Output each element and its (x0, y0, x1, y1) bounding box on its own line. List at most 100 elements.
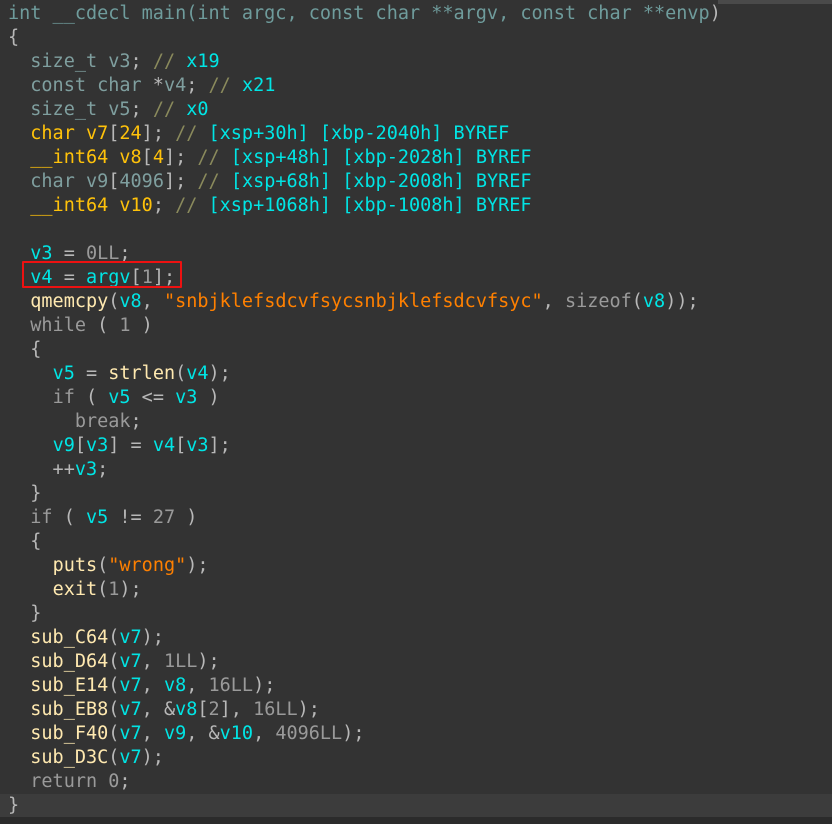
code-token: ]; (152, 267, 176, 288)
code-token: ); (141, 627, 164, 648)
code-line[interactable]: if ( v5 != 27 ) (0, 506, 832, 530)
code-line[interactable]: __int64 v8[4]; // [xsp+48h] [xbp-2028h] … (0, 146, 832, 170)
code-line[interactable]: v3 = 0LL; (0, 242, 832, 266)
code-line[interactable]: sub_EB8(v7, &v8[2], 16LL); (0, 698, 832, 722)
code-line[interactable]: sub_D64(v7, 1LL); (0, 650, 832, 674)
code-line[interactable]: break; (0, 410, 832, 434)
code-token: ] (141, 123, 153, 144)
code-token: ; (130, 51, 153, 72)
code-line[interactable]: exit(1); (0, 578, 832, 602)
code-token: 4 (152, 147, 164, 168)
code-token: qmemcpy (30, 291, 109, 312)
code-token: // (197, 171, 220, 192)
code-token: ); (141, 747, 164, 768)
code-line[interactable]: char v7[24]; // [xsp+30h] [xbp-2040h] BY… (0, 122, 832, 146)
code-token: ] (163, 171, 176, 192)
code-line[interactable]: size_t v3; // x19 (0, 50, 832, 74)
code-token: x0 (186, 99, 209, 120)
code-token: ++ (8, 459, 75, 480)
code-token: __int64 v8 (30, 147, 142, 168)
code-token: 0LL (85, 243, 120, 264)
code-token: v7 (119, 747, 142, 768)
code-token: ; (119, 771, 131, 792)
code-token: puts (52, 555, 98, 576)
code-line[interactable]: sub_C64(v7); (0, 626, 832, 650)
code-token: ] (163, 147, 176, 168)
code-line[interactable]: } (0, 794, 832, 818)
code-line[interactable]: { (0, 530, 832, 554)
code-line[interactable]: v5 = strlen(v4); (0, 362, 832, 386)
code-token: v7 (119, 723, 142, 744)
code-line[interactable]: int __cdecl main(int argc, const char **… (0, 2, 832, 26)
code-token: v5 (52, 363, 75, 384)
pseudocode-view[interactable]: int __cdecl main(int argc, const char **… (0, 0, 832, 824)
code-token: argv (85, 267, 131, 288)
code-token: ; (130, 411, 142, 432)
code-token: v10 (219, 723, 254, 744)
code-token: v4 (30, 267, 53, 288)
code-line[interactable]: v4 = argv[1]; (0, 266, 832, 290)
code-token: sub_C64 (30, 627, 109, 648)
code-token: [ (108, 171, 120, 192)
code-line[interactable]: v9[v3] = v4[v3]; (0, 434, 832, 458)
code-token: v4 (186, 363, 209, 384)
code-token: , (141, 651, 164, 672)
code-token: "wrong" (108, 555, 187, 576)
code-line[interactable]: sub_E14(v7, v8, 16LL); (0, 674, 832, 698)
code-line[interactable]: if ( v5 <= v3 ) (0, 386, 832, 410)
code-token: v9 (85, 171, 109, 192)
code-line[interactable]: sub_D3C(v7); (0, 746, 832, 770)
code-token: sub_D64 (30, 651, 109, 672)
code-token: , & (141, 699, 176, 720)
code-token: , (141, 723, 164, 744)
code-token: const char (30, 75, 142, 96)
code-line[interactable]: sub_F40(v7, v9, &v10, 4096LL); (0, 722, 832, 746)
code-token: v7 (119, 627, 142, 648)
code-token: ); (119, 579, 142, 600)
code-line[interactable]: size_t v5; // x0 (0, 98, 832, 122)
code-line[interactable]: } (0, 482, 832, 506)
code-token: [ (141, 147, 153, 168)
code-token: [ (74, 435, 86, 456)
code-line[interactable]: { (0, 338, 832, 362)
code-token: ( (97, 579, 109, 600)
code-line[interactable]: while ( 1 ) (0, 314, 832, 338)
code-token: { (8, 27, 20, 48)
code-token: v3 (85, 435, 109, 456)
code-line-list[interactable]: int __cdecl main(int argc, const char **… (0, 2, 832, 818)
code-line[interactable]: ++v3; (0, 458, 832, 482)
code-token: ( (85, 315, 120, 336)
code-line[interactable]: return 0; (0, 770, 832, 794)
code-token: ( (108, 291, 120, 312)
code-token: ( (52, 507, 86, 528)
code-line[interactable]: char v9[4096]; // [xsp+68h] [xbp-2008h] … (0, 170, 832, 194)
code-line[interactable] (0, 218, 832, 242)
code-token: exit (52, 579, 98, 600)
code-token: char v7 (30, 123, 109, 144)
code-token: if (52, 387, 75, 408)
code-token: [ (130, 267, 142, 288)
code-line[interactable]: qmemcpy(v8, "snbjklefsdcvfsycsnbjklefsdc… (0, 290, 832, 314)
code-line[interactable]: { (0, 26, 832, 50)
code-token: ; (97, 459, 109, 480)
code-line[interactable]: __int64 v10; // [xsp+1068h] [xbp-1008h] … (0, 194, 832, 218)
code-line[interactable]: puts("wrong"); (0, 554, 832, 578)
code-token: v5 (108, 387, 131, 408)
code-token: ); (208, 363, 231, 384)
code-line[interactable]: } (0, 602, 832, 626)
code-line[interactable]: const char *v4; // x21 (0, 74, 832, 98)
code-token: , (542, 291, 565, 312)
code-token: ; (130, 99, 153, 120)
